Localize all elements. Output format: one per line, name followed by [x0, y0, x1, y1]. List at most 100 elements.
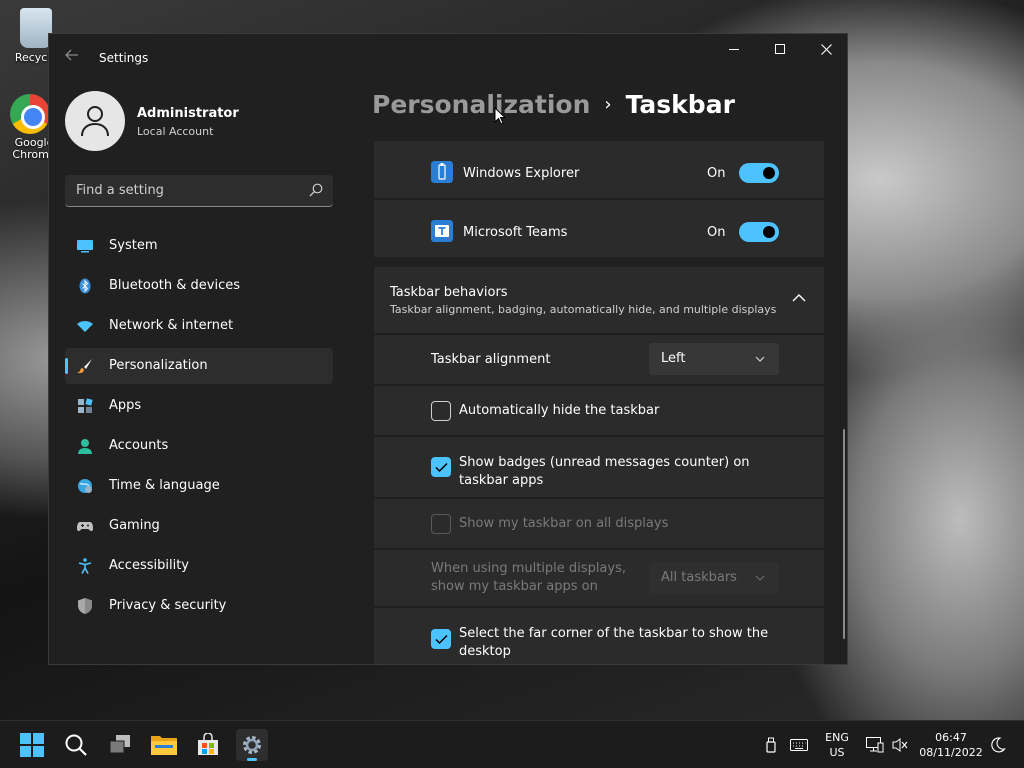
file-explorer-button[interactable] — [148, 729, 180, 761]
globe-icon — [78, 479, 92, 493]
start-button[interactable] — [16, 729, 48, 761]
microsoft-store-button[interactable] — [192, 729, 224, 761]
apps-icon — [78, 398, 93, 413]
maximize-button[interactable] — [757, 34, 803, 66]
sidebar-item-label: Apps — [109, 398, 142, 413]
task-view-icon — [109, 735, 130, 754]
monitor-icon — [77, 240, 93, 253]
sidebar-item-privacy-security[interactable]: Privacy & security — [65, 588, 333, 624]
mouse-cursor-icon — [494, 107, 506, 125]
sidebar-item-personalization[interactable]: Personalization — [65, 348, 333, 384]
close-button[interactable] — [803, 34, 847, 66]
taskbar-search-button[interactable] — [60, 729, 92, 761]
chevron-down-icon — [755, 575, 765, 581]
row-label: When using multiple displays, show my ta… — [431, 561, 626, 594]
sidebar-item-bluetooth[interactable]: Bluetooth & devices — [65, 268, 333, 304]
windows-logo-icon — [20, 733, 44, 757]
search-input[interactable] — [65, 175, 295, 206]
bluetooth-icon — [79, 278, 91, 294]
sidebar-item-label: Privacy & security — [109, 598, 227, 613]
dropdown-value: All taskbars — [661, 570, 737, 585]
teams-icon — [431, 220, 453, 242]
clock-time: 06:47 — [935, 731, 967, 744]
settings-taskbar-button[interactable] — [236, 729, 268, 761]
taskbar-behaviors-header[interactable]: Taskbar behaviors Taskbar alignment, bad… — [374, 267, 824, 333]
all-displays-row: Show my taskbar on all displays — [374, 498, 824, 548]
checkbox-label: Show badges (unread messages counter) on… — [459, 455, 750, 488]
far-corner-checkbox[interactable] — [431, 629, 451, 649]
section-subtitle: Taskbar alignment, badging, automaticall… — [390, 303, 777, 316]
windows-explorer-toggle[interactable] — [739, 163, 779, 183]
minimize-icon — [729, 48, 739, 50]
multi-display-dropdown[interactable]: All taskbars — [649, 562, 779, 594]
breadcrumb-separator: › — [604, 94, 612, 115]
title-bar: Settings — [49, 34, 847, 82]
sidebar-item-time-language[interactable]: Time & language — [65, 468, 333, 504]
search-icon — [65, 734, 87, 756]
task-view-button[interactable] — [104, 729, 136, 761]
sidebar-item-network[interactable]: Network & internet — [65, 308, 333, 344]
brush-icon — [77, 359, 92, 374]
minimize-button[interactable] — [711, 34, 757, 66]
input-language-indicator[interactable]: ENG US — [818, 730, 856, 760]
keyboard-icon[interactable] — [790, 739, 808, 751]
settings-content: Windows Explorer On Microsoft Teams On T… — [374, 140, 824, 664]
volume-muted-icon[interactable] — [892, 737, 908, 753]
app-title: Settings — [99, 51, 149, 65]
auto-hide-row: Automatically hide the taskbar — [374, 385, 824, 435]
page-title: Taskbar — [625, 90, 735, 119]
chrome-icon — [10, 94, 50, 134]
breadcrumb: Personalization › Taskbar — [372, 90, 735, 130]
auto-hide-checkbox[interactable] — [431, 401, 451, 421]
taskbar: ENG US 06:47 08/11/2022 — [0, 720, 1024, 768]
network-icon[interactable] — [866, 737, 884, 753]
all-displays-checkbox[interactable] — [431, 514, 451, 534]
app-label: Windows Explorer — [463, 166, 580, 181]
sidebar-item-accounts[interactable]: Accounts — [65, 428, 333, 464]
far-corner-row: Select the far corner of the taskbar to … — [374, 607, 824, 664]
search-box[interactable] — [65, 175, 333, 207]
checkbox-label: Select the far corner of the taskbar to … — [459, 626, 769, 659]
content-scrollbar[interactable] — [843, 429, 845, 639]
sidebar-item-label: Bluetooth & devices — [109, 278, 240, 293]
app-row-microsoft-teams: Microsoft Teams On — [374, 199, 824, 257]
checkbox-label: Show my taskbar on all displays — [459, 516, 669, 531]
folder-icon — [151, 736, 177, 755]
toggle-state: On — [707, 225, 726, 240]
taskbar-alignment-dropdown[interactable]: Left — [649, 343, 779, 375]
checkmark-icon — [435, 462, 448, 473]
sidebar-item-label: Time & language — [109, 478, 220, 493]
person-icon — [78, 439, 92, 454]
checkbox-label: Automatically hide the taskbar — [459, 403, 660, 418]
user-icon — [81, 106, 109, 137]
sidebar-item-system[interactable]: System — [65, 228, 333, 264]
sidebar-item-apps[interactable]: Apps — [65, 388, 333, 424]
app-row-windows-explorer: Windows Explorer On — [374, 140, 824, 198]
close-icon — [820, 43, 832, 55]
user-profile[interactable]: Administrator Local Account — [65, 91, 365, 151]
breadcrumb-parent-link[interactable]: Personalization — [372, 90, 590, 119]
sidebar-nav: System Bluetooth & devices Network & int… — [65, 228, 333, 628]
clock[interactable]: 06:47 08/11/2022 — [916, 730, 986, 760]
sidebar-item-label: Gaming — [109, 518, 160, 533]
back-arrow-icon[interactable] — [65, 48, 81, 64]
accessibility-icon — [78, 558, 92, 574]
chevron-up-icon[interactable] — [792, 293, 806, 303]
account-type: Local Account — [137, 125, 214, 138]
toggle-state: On — [707, 166, 726, 181]
focus-assist-moon-icon[interactable] — [990, 737, 1006, 753]
sidebar-item-gaming[interactable]: Gaming — [65, 508, 333, 544]
row-label: Taskbar alignment — [431, 352, 551, 367]
wifi-icon — [77, 321, 93, 332]
sidebar-item-label: Personalization — [109, 358, 208, 373]
store-icon — [198, 733, 218, 755]
usb-tray-icon[interactable] — [764, 737, 778, 753]
user-name: Administrator — [137, 106, 239, 121]
microsoft-teams-toggle[interactable] — [739, 222, 779, 242]
clock-date: 08/11/2022 — [919, 746, 983, 759]
dropdown-value: Left — [661, 351, 686, 366]
checkmark-icon — [435, 634, 448, 645]
sidebar-item-accessibility[interactable]: Accessibility — [65, 548, 333, 584]
badges-checkbox[interactable] — [431, 457, 451, 477]
search-icon — [309, 183, 323, 197]
